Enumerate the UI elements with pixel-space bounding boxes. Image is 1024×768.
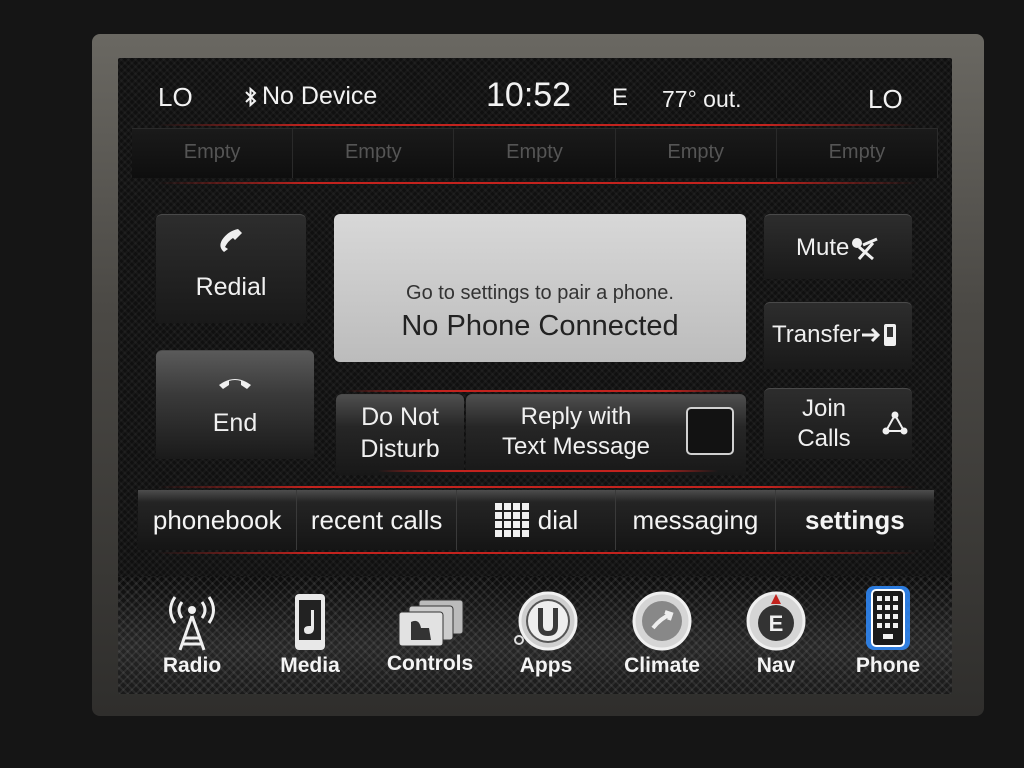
dock-apps[interactable]: Apps — [490, 590, 602, 678]
svg-text:E: E — [769, 611, 784, 636]
preset-slot[interactable]: Empty — [615, 128, 777, 178]
tab-messaging[interactable]: messaging — [616, 490, 776, 550]
join-calls-icon — [882, 411, 908, 435]
keypad-icon — [494, 503, 529, 537]
divider — [158, 552, 918, 554]
bluetooth-icon — [245, 86, 257, 107]
controls-icon — [398, 599, 464, 647]
join-line1: Join — [801, 395, 847, 422]
hang-up-icon — [219, 379, 251, 389]
end-call-button[interactable]: End — [156, 350, 314, 459]
climate-label: Climate — [624, 654, 700, 677]
radio-label: Radio — [162, 654, 222, 677]
climate-icon — [632, 591, 692, 651]
reply-line1: Reply with — [520, 403, 632, 430]
connection-status: No Phone Connected — [401, 310, 679, 342]
dock-controls[interactable]: Controls — [374, 598, 486, 676]
apps-label: Apps — [519, 654, 573, 677]
preset-slot[interactable]: Empty — [454, 128, 616, 178]
tab-dial-label: dial — [537, 505, 579, 535]
touch-screen: LO No Device 10:52 E 77° out. LO Empty E… — [118, 58, 952, 694]
redial-label: Redial — [195, 273, 267, 301]
compass-heading: E — [612, 84, 629, 111]
phone-handset-icon — [220, 229, 242, 252]
nav-compass-icon: E — [746, 591, 806, 651]
controls-label: Controls — [386, 652, 474, 675]
main-menu-bar: Radio Media Controls Apps Climate E Nav … — [118, 576, 952, 694]
phone-icon — [866, 586, 910, 650]
pair-hint: Go to settings to pair a phone. — [406, 282, 674, 304]
reply-line2: Text Message — [501, 433, 651, 460]
divider — [158, 182, 918, 184]
preset-slot[interactable]: Empty — [293, 128, 455, 178]
transfer-button[interactable]: Transfer — [764, 302, 912, 369]
divider — [378, 470, 718, 472]
dock-nav[interactable]: E Nav — [720, 590, 832, 678]
dnd-line1: Do Not — [361, 403, 439, 431]
dock-radio[interactable]: Radio — [136, 594, 248, 678]
bluetooth-status: No Device — [244, 82, 377, 111]
transfer-icon — [862, 324, 897, 346]
mute-label: Mute — [796, 234, 850, 261]
preset-slot[interactable]: Empty — [132, 128, 294, 178]
do-not-disturb-button[interactable]: Do Not Disturb — [336, 394, 464, 475]
media-icon — [295, 594, 325, 650]
transfer-label: Transfer — [772, 321, 861, 348]
favorites-row: Empty Empty Empty Empty Empty — [132, 128, 939, 178]
redial-button[interactable]: Redial — [156, 214, 306, 323]
end-label: End — [212, 409, 258, 437]
tab-settings[interactable]: settings — [775, 490, 935, 550]
preset-slot[interactable]: Empty — [776, 128, 939, 178]
dock-media[interactable]: Media — [254, 592, 366, 678]
mute-button[interactable]: Mute — [764, 214, 912, 279]
mute-icon — [852, 237, 878, 261]
tab-recent-calls[interactable]: recent calls — [297, 490, 457, 550]
phone-tabs: phonebook recent calls dial messaging se… — [138, 490, 935, 550]
join-calls-button[interactable]: Join Calls — [764, 388, 912, 459]
join-line2: Calls — [797, 425, 851, 452]
radio-tower-icon — [169, 596, 215, 651]
transfer-content: Transfer — [772, 321, 900, 349]
dock-phone[interactable]: Phone — [832, 584, 944, 678]
reply-checkbox[interactable] — [686, 407, 734, 455]
dnd-line2: Disturb — [360, 435, 440, 463]
bluetooth-label: No Device — [262, 82, 378, 110]
tab-phonebook[interactable]: phonebook — [138, 490, 298, 550]
phone-status-panel: Go to settings to pair a phone. No Phone… — [334, 214, 746, 362]
outside-temperature: 77° out. — [662, 86, 742, 112]
divider — [158, 124, 918, 126]
dock-climate[interactable]: Climate — [606, 590, 718, 678]
clock: 10:52 — [486, 76, 572, 114]
nav-label: Nav — [756, 654, 796, 677]
media-label: Media — [280, 654, 340, 677]
divider — [346, 390, 746, 392]
phone-label: Phone — [855, 654, 921, 677]
right-temp[interactable]: LO — [868, 84, 903, 115]
reply-with-text-button[interactable]: Reply with Text Message — [466, 394, 746, 475]
left-temp[interactable]: LO — [158, 82, 193, 113]
divider — [158, 486, 918, 488]
mute-content: Mute — [796, 233, 883, 263]
apps-icon — [514, 591, 578, 651]
tab-dial[interactable]: dial — [456, 490, 617, 550]
